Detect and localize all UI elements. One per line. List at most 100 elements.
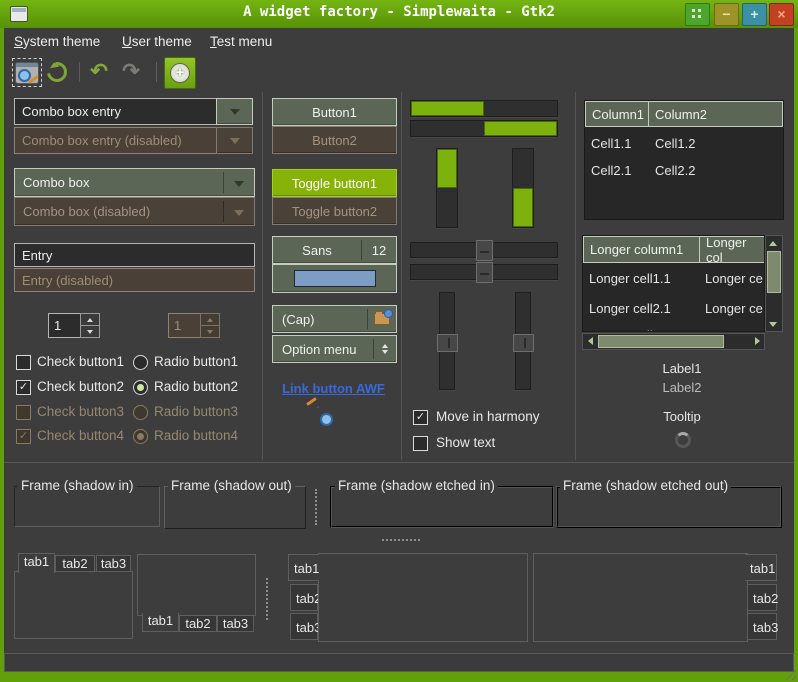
titlebar[interactable]: A widget factory - Simplewaita - Gtk2 − …	[0, 0, 798, 28]
progressbar-fill	[513, 188, 533, 227]
entry-field[interactable]: Entry	[14, 243, 255, 267]
toolbar-refresh-button[interactable]	[44, 60, 70, 84]
notebook-left-body	[318, 553, 528, 642]
tab-2[interactable]: tab2	[747, 584, 777, 611]
menu-user-theme[interactable]: User theme	[122, 33, 192, 51]
chevron-down-icon	[224, 175, 254, 190]
scroll-down-button[interactable]	[766, 317, 780, 331]
radio-button-2[interactable]	[133, 380, 148, 395]
check-button-2-label: Check button2	[37, 379, 124, 395]
table-cell[interactable]: Cell2.1	[591, 161, 631, 181]
cap-file-button[interactable]: (Cap)	[272, 305, 397, 333]
tab-1[interactable]: tab1	[288, 554, 319, 581]
tab-1[interactable]: tab1	[18, 553, 55, 573]
radio-button-2-label: Radio button2	[154, 379, 238, 395]
toggle-button2-disabled: Toggle button2	[272, 197, 397, 225]
spin-down-button[interactable]	[80, 326, 100, 338]
toolbar-redo-button[interactable]: ↷	[118, 59, 144, 83]
table-cell[interactable]: Cell1.1	[591, 134, 631, 154]
link-button[interactable]: Link button AWF	[272, 381, 395, 396]
move-in-harmony-checkbox[interactable]: ✓	[413, 410, 428, 425]
radio-button-3-label: Radio button3	[154, 404, 238, 420]
check-button-1[interactable]	[16, 355, 31, 370]
font-size: 12	[362, 243, 396, 258]
combo-box-entry-text[interactable]: Combo box entry	[14, 98, 216, 125]
toolbar-add-button[interactable]: +	[164, 57, 196, 89]
check-button-4-label: Check button4	[37, 428, 124, 444]
combo-box-entry[interactable]: Combo box entry	[14, 98, 253, 125]
minimize-button[interactable]: −	[714, 3, 739, 26]
tab-3[interactable]: tab3	[747, 613, 777, 640]
progressbar-fill	[411, 101, 484, 116]
table-cell[interactable]: Longer ce	[705, 299, 763, 319]
statusbar	[4, 653, 794, 672]
table-cell[interactable]: Cell2.2	[655, 161, 695, 181]
font-button[interactable]: Sans 12	[272, 236, 397, 264]
column-header[interactable]: Longer column1	[583, 236, 700, 263]
radio-button-1[interactable]	[133, 355, 148, 370]
font-family: Sans	[273, 243, 361, 258]
toolbar-undo-button[interactable]: ↶	[86, 59, 112, 83]
close-button[interactable]: ×	[769, 3, 794, 26]
move-in-harmony-label: Move in harmony	[436, 409, 540, 425]
button1[interactable]: Button1	[272, 98, 397, 126]
combo-box[interactable]: Combo box	[14, 168, 255, 197]
tab-3[interactable]: tab3	[217, 615, 254, 632]
scrollbar-thumb[interactable]	[598, 335, 724, 348]
radio-button-4-label: Radio button4	[154, 428, 238, 444]
hscale-1-handle[interactable]	[476, 240, 493, 261]
tab-3[interactable]: tab3	[96, 555, 131, 572]
spin-up-button[interactable]	[80, 313, 100, 326]
menu-test-menu[interactable]: Test menu	[210, 33, 272, 51]
toggle-button1[interactable]: Toggle button1	[272, 169, 397, 197]
vscale-2-handle[interactable]	[513, 334, 534, 352]
table-cell[interactable]: Cell1.2	[655, 134, 695, 154]
table-cell[interactable]: Longer ce	[705, 326, 763, 332]
table-cell[interactable]: Longer cell2.1	[589, 299, 671, 319]
color-button[interactable]	[272, 264, 397, 293]
window-menu-button[interactable]	[685, 3, 710, 26]
scrollbar-thumb[interactable]	[767, 251, 781, 293]
table-cell[interactable]: Longer cell1.1	[589, 269, 671, 289]
spinbutton-disabled: 1	[168, 313, 220, 338]
radio-button-1-label: Radio button1	[154, 354, 238, 370]
vscale-1-handle[interactable]	[437, 334, 458, 352]
table-cell[interactable]: Longer cell3.1	[589, 326, 671, 332]
show-text-checkbox[interactable]	[413, 436, 428, 451]
progressbar-vertical-1	[436, 148, 458, 228]
toolbar-app-button[interactable]	[12, 58, 42, 87]
check-button-4: ✓	[16, 429, 31, 444]
frame-label: Frame (shadow in)	[18, 478, 137, 494]
option-menu-label: Option menu	[273, 342, 373, 357]
spinbutton[interactable]: 1	[48, 313, 100, 338]
vertical-dotted-separator	[315, 489, 317, 525]
tab-1[interactable]: tab1	[745, 554, 777, 581]
horizontal-scrollbar[interactable]	[582, 333, 765, 350]
maximize-button[interactable]: +	[742, 3, 767, 26]
vertical-scrollbar[interactable]	[765, 235, 783, 332]
scroll-right-button[interactable]	[750, 334, 764, 347]
tab-2[interactable]: tab2	[179, 615, 217, 632]
scroll-left-button[interactable]	[583, 334, 597, 347]
scroll-up-button[interactable]	[766, 236, 780, 250]
notebook-top-body	[14, 571, 133, 639]
check-button-2[interactable]: ✓	[16, 380, 31, 395]
tab-2[interactable]: tab2	[55, 555, 95, 572]
spinbutton-value[interactable]: 1	[48, 313, 80, 338]
combo-box-entry-arrow-button[interactable]	[216, 98, 253, 125]
column-header[interactable]: Longer col	[699, 236, 765, 263]
tab-2[interactable]: tab2	[290, 584, 318, 611]
column-header[interactable]: Column1	[585, 101, 649, 127]
tab-3[interactable]: tab3	[290, 613, 318, 640]
table-cell[interactable]: Longer ce	[705, 269, 763, 289]
check-mark-icon: ✓	[19, 381, 28, 393]
spin-arrows	[200, 313, 220, 338]
option-menu[interactable]: Option menu	[272, 335, 397, 363]
column-separator	[575, 92, 576, 460]
progressbar-fill	[437, 149, 457, 188]
tab-1[interactable]: tab1	[142, 613, 179, 632]
progressbar-horizontal-1	[410, 100, 558, 117]
column-header[interactable]: Column2	[648, 101, 783, 127]
menu-system-theme[interactable]: System theme	[14, 33, 100, 51]
hscale-2-handle[interactable]	[476, 262, 493, 283]
